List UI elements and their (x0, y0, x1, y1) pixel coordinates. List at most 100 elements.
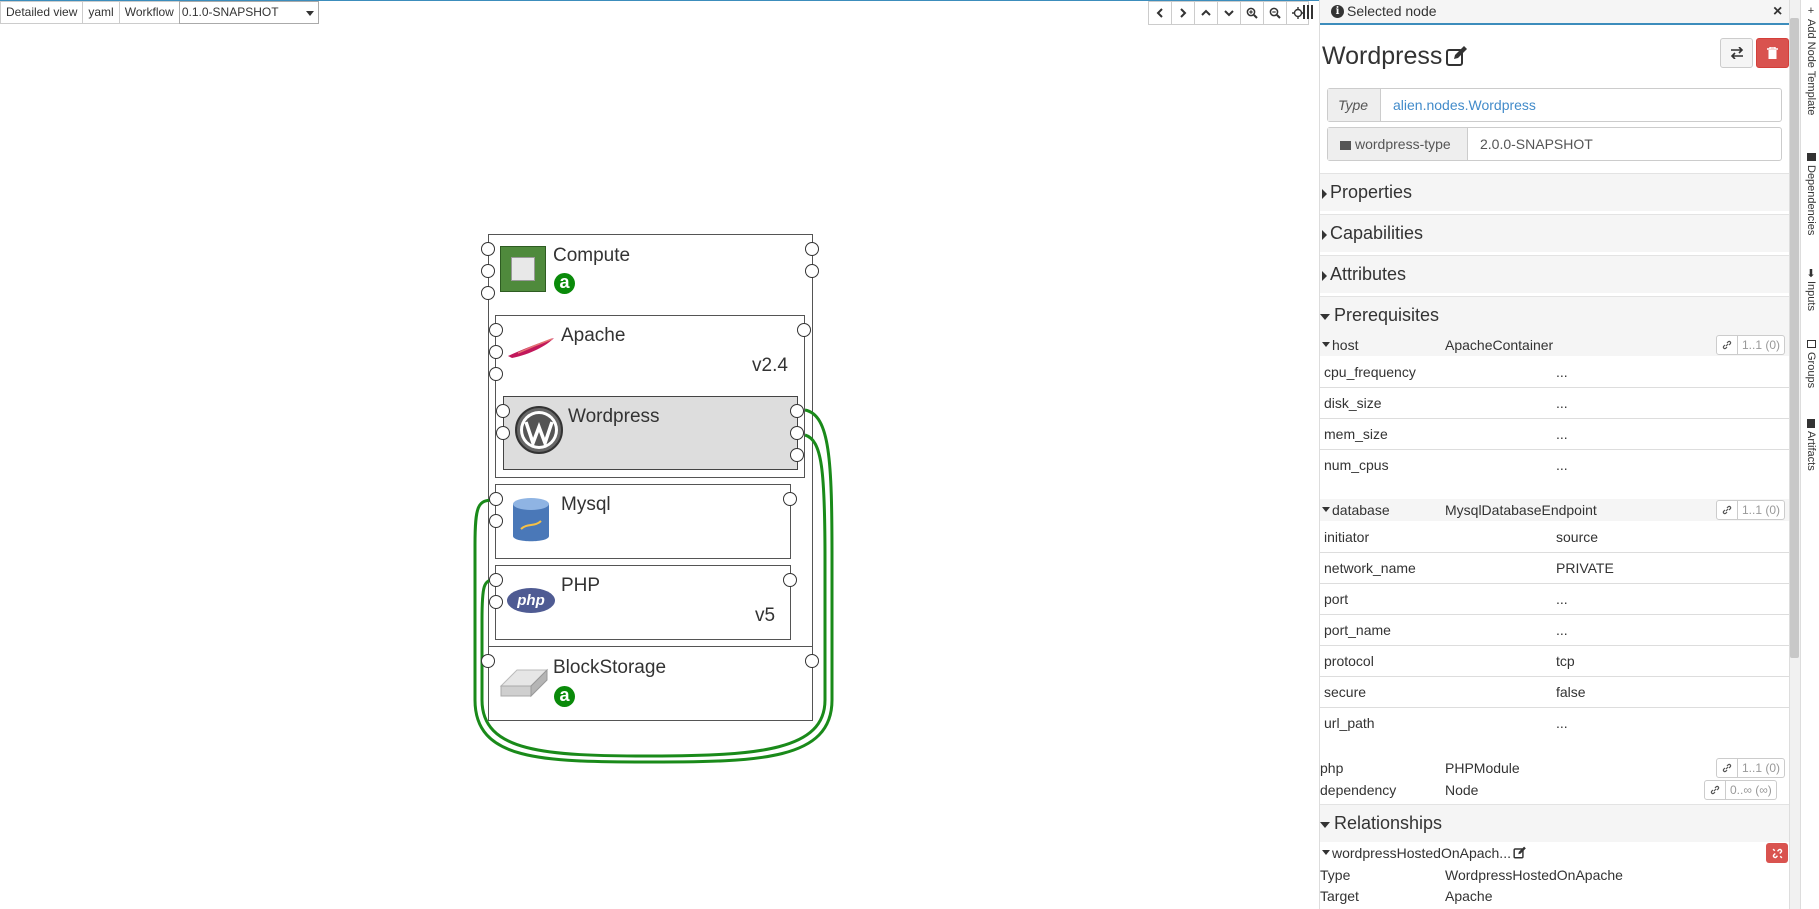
edit-icon[interactable] (1445, 45, 1469, 67)
pan-down-button[interactable] (1217, 1, 1240, 25)
property-key: initiator (1324, 529, 1370, 545)
pan-right-button[interactable] (1171, 1, 1194, 25)
wordpress-port[interactable] (496, 404, 510, 418)
compute-port[interactable] (805, 264, 819, 278)
archive-label: wordpress-type (1355, 136, 1451, 152)
bounds-text: 1..1 (0) (1738, 335, 1786, 355)
apache-title: Apache (561, 325, 626, 346)
type-value-link[interactable]: alien.nodes.Wordpress (1381, 89, 1536, 121)
info-icon: i (1331, 5, 1344, 18)
property-value[interactable]: ... (1556, 622, 1568, 638)
property-value[interactable]: ... (1556, 426, 1568, 442)
property-key: port_name (1324, 622, 1391, 638)
requirement-bounds: 1..1 (0) (1716, 335, 1786, 355)
toggle-panel-icon[interactable] (1303, 5, 1313, 19)
tab-groups[interactable]: Groups (1804, 339, 1818, 388)
requirement-type: ApacheContainer (1445, 337, 1554, 353)
property-value[interactable]: false (1556, 684, 1586, 700)
apache-port[interactable] (489, 367, 503, 381)
tab-artifacts[interactable]: Artifacts (1804, 418, 1818, 471)
property-key: url_path (1324, 715, 1375, 731)
compute-port[interactable] (481, 286, 495, 300)
version-select-value: 0.1.0-SNAPSHOT (181, 5, 279, 19)
tab-label: Artifacts (1805, 431, 1817, 471)
blockstorage-title: BlockStorage (553, 657, 667, 678)
php-port[interactable] (489, 573, 503, 587)
version-select[interactable]: 0.1.0-SNAPSHOT (178, 1, 319, 24)
blockstorage-port[interactable] (481, 654, 495, 668)
requirement-database[interactable]: database MysqlDatabaseEndpoint 1..1 (0) (1320, 499, 1790, 521)
link-icon[interactable] (1716, 335, 1738, 355)
delete-node-button[interactable] (1756, 38, 1789, 68)
property-value[interactable]: ... (1556, 457, 1568, 473)
property-value[interactable]: ... (1556, 364, 1568, 380)
link-icon[interactable] (1704, 780, 1726, 800)
section-prerequisites[interactable]: Prerequisites (1320, 296, 1790, 334)
detailed-view-button[interactable]: Detailed view (0, 1, 83, 24)
apache-port[interactable] (797, 323, 811, 337)
requirement-type: PHPModule (1445, 760, 1520, 776)
mysql-port[interactable] (489, 492, 503, 506)
property-value[interactable]: ... (1556, 591, 1568, 607)
tab-label: Dependencies (1805, 165, 1817, 236)
requirement-host[interactable]: host ApacheContainer 1..1 (0) (1320, 334, 1790, 356)
section-attributes[interactable]: Attributes (1320, 255, 1790, 293)
wordpress-port[interactable] (790, 426, 804, 440)
tab-dependencies[interactable]: Dependencies (1804, 152, 1818, 235)
relationship-item[interactable]: wordpressHostedOnApach... (1320, 842, 1790, 864)
mysql-port[interactable] (489, 514, 503, 528)
compute-port[interactable] (481, 264, 495, 278)
replace-node-button[interactable] (1720, 38, 1753, 68)
pan-up-button[interactable] (1194, 1, 1217, 25)
zoom-in-icon (1246, 7, 1258, 19)
section-capabilities[interactable]: Capabilities (1320, 214, 1790, 252)
edit-icon[interactable] (1513, 846, 1527, 859)
requirement-bounds: 1..1 (0) (1716, 758, 1786, 778)
property-value[interactable]: ... (1556, 395, 1568, 411)
remove-relationship-button[interactable] (1766, 843, 1788, 863)
tab-add-node-template[interactable]: + Add Node Template (1804, 5, 1818, 115)
yaml-button[interactable]: yaml (82, 1, 119, 24)
mysql-port[interactable] (783, 492, 797, 506)
requirement-name: host (1332, 337, 1359, 353)
apache-port[interactable] (489, 345, 503, 359)
zoom-in-button[interactable] (1240, 1, 1263, 25)
php-title: PHP (561, 575, 601, 596)
compute-port[interactable] (805, 242, 819, 256)
caret-down-icon (1322, 850, 1330, 855)
section-relationships[interactable]: Relationships (1320, 804, 1790, 842)
php-port[interactable] (783, 573, 797, 587)
relationship-name: wordpressHostedOnApach... (1332, 845, 1511, 861)
section-properties[interactable]: Properties (1320, 173, 1790, 211)
apache-port[interactable] (489, 323, 503, 337)
php-logo-text: php (517, 592, 545, 609)
requirement-name: dependency (1320, 782, 1397, 798)
property-row: protocol tcp (1320, 646, 1790, 677)
close-icon[interactable]: × (1773, 0, 1782, 23)
zoom-out-button[interactable] (1263, 1, 1286, 25)
property-value[interactable]: tcp (1556, 653, 1575, 669)
link-icon[interactable] (1716, 758, 1738, 778)
requirement-type: Node (1445, 782, 1479, 798)
wordpress-port[interactable] (790, 404, 804, 418)
property-value[interactable]: PRIVATE (1556, 560, 1614, 576)
property-row: port_name ... (1320, 615, 1790, 646)
blockstorage-port[interactable] (805, 654, 819, 668)
php-port[interactable] (489, 595, 503, 609)
tab-label: Groups (1805, 352, 1817, 389)
compute-port[interactable] (481, 242, 495, 256)
bounds-text: 1..1 (0) (1738, 758, 1786, 778)
file-icon (1806, 418, 1816, 428)
property-value[interactable]: ... (1556, 715, 1568, 731)
wordpress-port[interactable] (496, 426, 510, 440)
property-value[interactable]: source (1556, 529, 1598, 545)
link-icon[interactable] (1716, 500, 1738, 520)
tab-label: Inputs (1805, 281, 1817, 311)
panel-scrollbar-thumb[interactable] (1790, 18, 1799, 658)
wordpress-port[interactable] (790, 448, 804, 462)
property-row: initiator source (1320, 522, 1790, 553)
chevron-up-icon (1201, 9, 1211, 16)
tab-inputs[interactable]: ⬇ Inputs (1804, 268, 1818, 311)
pan-left-button[interactable] (1148, 1, 1171, 25)
workflow-button[interactable]: Workflow (118, 1, 179, 24)
